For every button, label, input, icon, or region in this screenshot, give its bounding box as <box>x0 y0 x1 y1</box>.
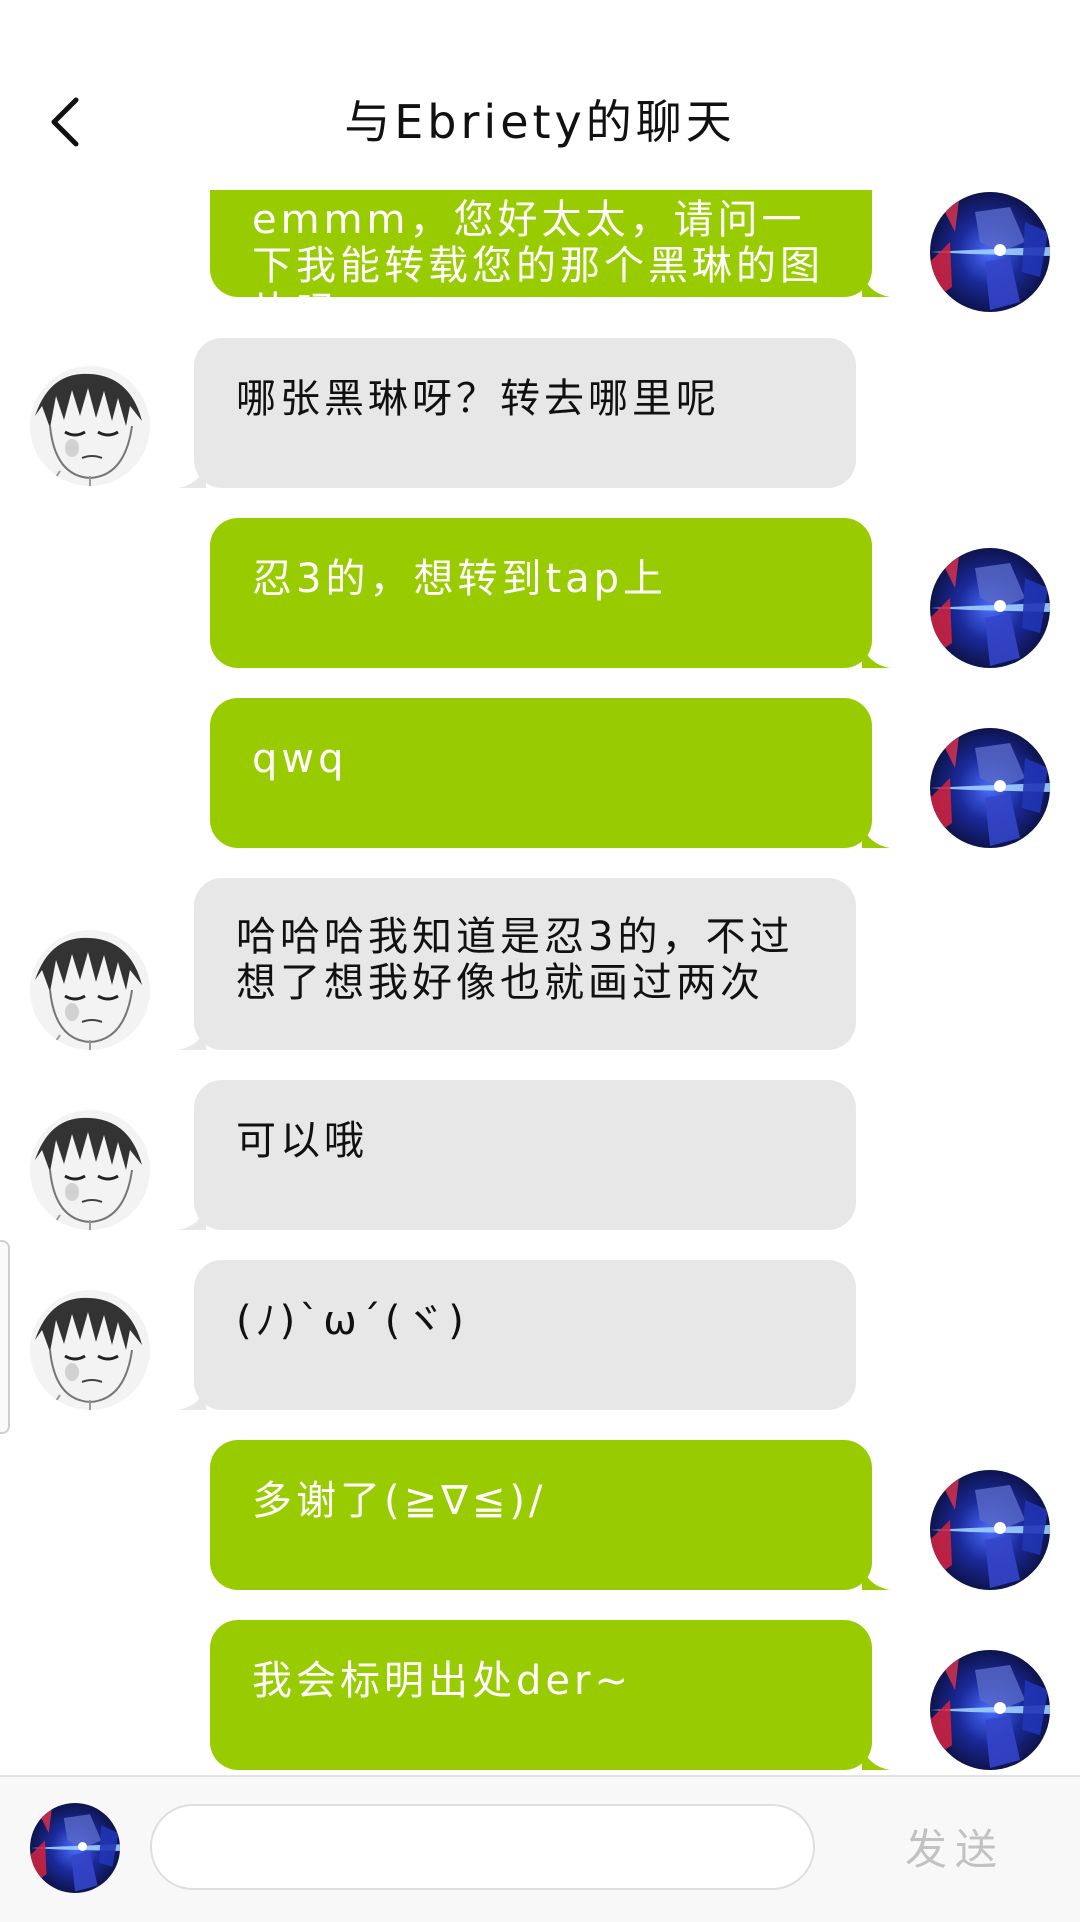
message-list[interactable]: emmm，您好太太，请问一下我能转载您的那个黑琳的图片吗 哪张黑琳呀？转去哪里呢… <box>0 190 1080 1775</box>
my-avatar[interactable] <box>930 1470 1050 1590</box>
message-bubble-received[interactable]: 哪张黑琳呀？转去哪里呢 <box>194 338 856 488</box>
message-bubble-sent[interactable]: qwq <box>210 698 872 848</box>
message-bubble-received[interactable]: 可以哦 <box>194 1080 856 1230</box>
message-bubble-sent[interactable]: 我会标明出处der~ <box>210 1620 872 1770</box>
contact-avatar[interactable] <box>30 366 150 486</box>
side-drawer-handle[interactable] <box>0 1240 10 1434</box>
my-avatar[interactable] <box>930 1650 1050 1770</box>
send-button[interactable]: 发送 <box>880 1807 1030 1893</box>
message-bubble-sent[interactable]: 多谢了(≧∇≦)/ <box>210 1440 872 1590</box>
my-avatar[interactable] <box>30 1803 120 1893</box>
page-title: 与Ebriety的聊天 <box>344 95 736 149</box>
input-bar: 发送 <box>0 1775 1080 1922</box>
message-bubble-sent[interactable]: emmm，您好太太，请问一下我能转载您的那个黑琳的图片吗 <box>210 190 872 335</box>
my-avatar[interactable] <box>930 192 1050 312</box>
message-bubble-received[interactable]: 哈哈哈我知道是忍3的，不过想了想我好像也就画过两次 <box>194 878 856 1050</box>
contact-avatar[interactable] <box>30 1110 150 1230</box>
contact-avatar[interactable] <box>30 930 150 1050</box>
message-bubble-sent[interactable]: 忍3的，想转到tap上 <box>210 518 872 668</box>
my-avatar[interactable] <box>930 548 1050 668</box>
my-avatar[interactable] <box>930 728 1050 848</box>
chat-header: 与Ebriety的聊天 <box>0 0 1080 190</box>
contact-avatar[interactable] <box>30 1290 150 1410</box>
message-bubble-received[interactable]: (ﾉ)`ω´(ヾ) <box>194 1260 856 1410</box>
message-input[interactable] <box>150 1804 815 1890</box>
